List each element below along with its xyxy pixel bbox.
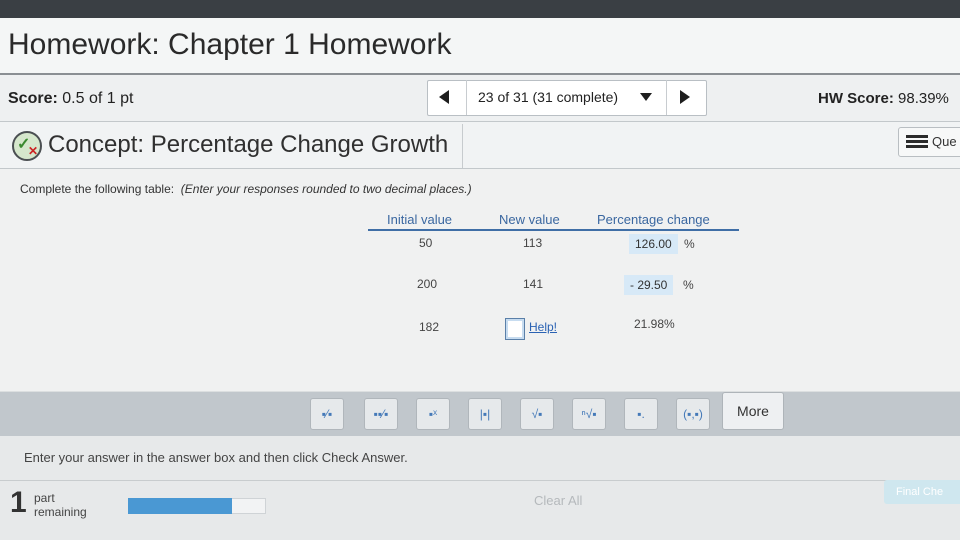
question-position-dropdown[interactable]: 23 of 31 (31 complete)	[478, 89, 618, 105]
cell-new-2: 141	[523, 277, 544, 291]
list-icon[interactable]	[906, 135, 928, 149]
mixed-number-tool-button[interactable]: ▪▪⁄▪	[364, 398, 398, 430]
nav-divider	[466, 80, 467, 115]
square-root-tool-button[interactable]: √▪	[520, 398, 554, 430]
parts-label: part	[34, 491, 55, 505]
score-value: 0.5 of 1 pt	[62, 90, 134, 107]
homework-score: HW Score: 98.39%	[818, 90, 949, 107]
fraction-tool-button[interactable]: ▪⁄▪	[310, 398, 344, 430]
instructions-text: Complete the following table:	[20, 182, 175, 196]
partial-credit-icon: ✓ ✕	[12, 131, 42, 161]
header-initial-value: Initial value	[387, 212, 453, 227]
hw-score-label: HW Score:	[818, 90, 894, 107]
header-new-value: New value	[499, 212, 560, 227]
nav-divider	[666, 80, 667, 115]
top-frame	[0, 0, 960, 18]
answer-change-1[interactable]: 126.00	[629, 234, 678, 254]
subscript-tool-button[interactable]: ▪.	[624, 398, 658, 430]
absolute-value-tool-button[interactable]: |▪|	[468, 398, 502, 430]
new-value-input[interactable]	[505, 318, 525, 340]
header-percentage-change: Percentage change	[597, 212, 710, 227]
instructions-note: (Enter your responses rounded to two dec…	[180, 182, 472, 196]
percent-unit: %	[683, 278, 694, 292]
cell-change-3: 21.98%	[634, 317, 675, 331]
cell-initial-3: 182	[419, 320, 440, 334]
clear-all-button[interactable]: Clear All	[534, 493, 582, 508]
nth-root-tool-button[interactable]: ⁿ√▪	[572, 398, 606, 430]
cell-new-1: 113	[523, 236, 543, 250]
remaining-label: remaining	[34, 505, 87, 519]
previous-question-button[interactable]	[439, 90, 449, 104]
answer-change-2[interactable]: - 29.50	[624, 275, 674, 295]
question-content	[0, 169, 960, 391]
footer-divider	[0, 480, 960, 481]
concept-title: Concept: Percentage Change Growth	[48, 131, 449, 158]
table-header-rule	[368, 229, 739, 231]
cell-initial-2: 200	[417, 277, 438, 291]
concept-divider	[462, 124, 463, 168]
percent-unit: %	[684, 237, 695, 251]
parts-remaining-count: 1	[10, 486, 27, 519]
question-help-label[interactable]: Que	[932, 134, 957, 149]
answer-value: 126.00	[635, 237, 672, 251]
answer-value: - 29.50	[630, 278, 668, 292]
help-link[interactable]: Help!	[529, 320, 557, 334]
page-title: Homework: Chapter 1 Homework	[8, 28, 452, 61]
instructions: Complete the following table: (Enter you…	[20, 182, 472, 196]
more-tools-button[interactable]: More	[722, 392, 784, 430]
next-question-button[interactable]	[680, 90, 690, 104]
score-label: Score:	[8, 90, 58, 107]
exponent-tool-button[interactable]: ▪ˣ	[416, 398, 450, 430]
cell-initial-1: 50	[419, 236, 433, 250]
question-score: Score: 0.5 of 1 pt	[8, 90, 133, 108]
instruction-message: Enter your answer in the answer box and …	[24, 450, 408, 465]
ordered-pair-tool-button[interactable]: (▪,▪)	[676, 398, 710, 430]
hw-score-value: 98.39%	[898, 90, 949, 107]
final-check-button[interactable]: Final Che	[884, 480, 960, 504]
chevron-down-icon[interactable]	[640, 93, 652, 101]
progress-bar	[128, 498, 232, 514]
